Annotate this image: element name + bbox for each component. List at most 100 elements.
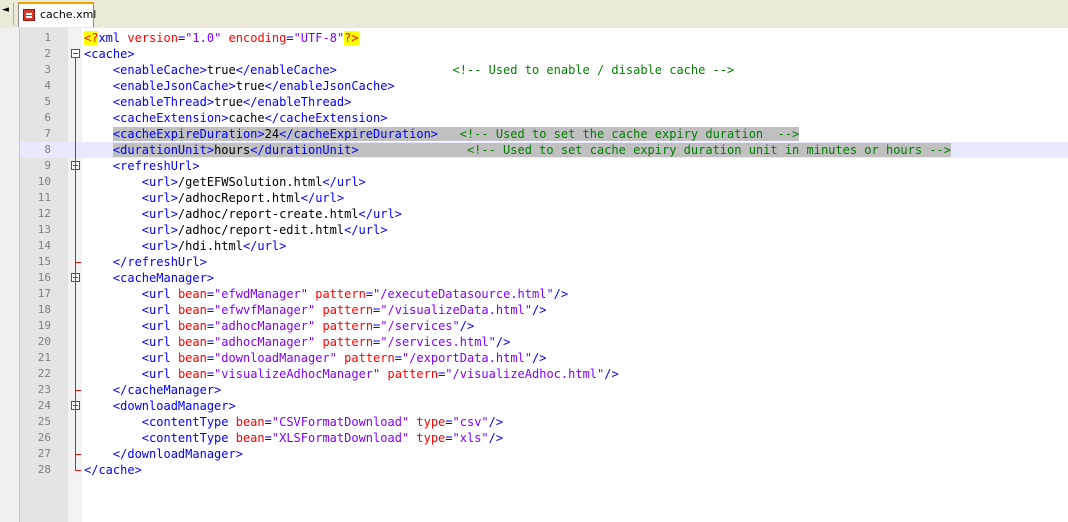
code-line[interactable]: 26 <contentType bean="XLSFormatDownload"… — [20, 430, 1068, 446]
code-token-tag: <contentType — [141, 431, 229, 445]
code-line[interactable]: 27 </downloadManager> — [20, 446, 1068, 462]
code-token-tag: </downloadManager> — [112, 447, 243, 461]
line-number: 8 — [44, 143, 51, 156]
code-token-tag: /> — [459, 319, 475, 333]
code-token-tag: /> — [532, 303, 547, 317]
code-line[interactable]: 19 <url bean="adhocManager" pattern="/se… — [20, 318, 1068, 334]
code-token-com: <!-- Used to set cache expiry duration u… — [466, 143, 951, 157]
code-line[interactable]: 7 <cacheExpireDuration>24</cacheExpireDu… — [20, 126, 1068, 142]
code-line[interactable]: 1 <?xml version="1.0" encoding="UTF-8"?> — [20, 30, 1068, 46]
code-token-tag: </url> — [300, 191, 345, 205]
code-line[interactable]: 23 </cacheManager> — [20, 382, 1068, 398]
code-token-tag: <url> — [141, 175, 178, 189]
code-token-val: "csv" — [452, 415, 489, 429]
fold-toggle-icon[interactable] — [71, 49, 80, 58]
code-token-tag: </cacheManager> — [112, 383, 222, 397]
line-number: 7 — [44, 127, 51, 140]
line-text: <url>/adhoc/report-create.html</url> — [84, 206, 402, 222]
code-token-attr: bean — [235, 415, 265, 429]
code-token-val: "/visualizeAdhoc.html" — [445, 367, 605, 381]
code-line[interactable]: 20 <url bean="adhocManager" pattern="/se… — [20, 334, 1068, 350]
code-token-tag: <url — [141, 287, 171, 301]
code-line[interactable]: 16 <cacheManager> — [20, 270, 1068, 286]
line-text: <url>/getEFWSolution.html</url> — [84, 174, 366, 190]
code-line[interactable]: 6 <cacheExtension>cache</cacheExtension> — [20, 110, 1068, 126]
code-token-txt — [438, 127, 460, 141]
line-text: <enableThread>true</enableThread> — [84, 94, 351, 110]
code-token-tag: = — [394, 351, 402, 365]
code-token-attr: encoding — [228, 31, 287, 45]
code-line[interactable]: 24 <downloadManager> — [20, 398, 1068, 414]
code-line[interactable]: 11 <url>/adhocReport.html</url> — [20, 190, 1068, 206]
code-line[interactable]: 2 <cache> — [20, 46, 1068, 62]
code-line[interactable]: 12 <url>/adhoc/report-create.html</url> — [20, 206, 1068, 222]
line-number: 5 — [44, 95, 51, 108]
code-token-com: <!-- Used to enable / disable cache --> — [452, 63, 735, 77]
line-number: 4 — [44, 79, 51, 92]
code-line[interactable]: 4 <enableJsonCache>true</enableJsonCache… — [20, 78, 1068, 94]
code-token-val: "XLSFormatDownload" — [271, 431, 410, 445]
code-line[interactable]: 14 <url>/hdi.html</url> — [20, 238, 1068, 254]
line-text: <url>/hdi.html</url> — [84, 238, 287, 254]
line-text: <cacheExtension>cache</cacheExtension> — [84, 110, 388, 126]
line-text: </downloadManager> — [84, 446, 243, 462]
code-token-com: <!-- Used to set the cache expiry durati… — [459, 127, 800, 141]
line-number: 28 — [37, 463, 51, 476]
line-number: 10 — [37, 175, 51, 188]
code-token-tag: /> — [553, 287, 569, 301]
code-line[interactable]: 8 <durationUnit>hours</durationUnit> <!-… — [20, 142, 1068, 158]
code-token-tag: <url> — [141, 223, 178, 237]
line-text: </refreshUrl> — [84, 254, 207, 270]
tab-scroll-left-icon[interactable]: ◄ — [2, 4, 10, 16]
code-line[interactable]: 15 </refreshUrl> — [20, 254, 1068, 270]
code-token-attr: pattern — [344, 351, 395, 365]
code-token-txt: cache — [228, 111, 265, 125]
line-text: <cacheManager> — [84, 270, 214, 286]
code-token-txt: hours — [214, 143, 251, 157]
code-token-tag: /> — [604, 367, 619, 381]
tab-cache-xml[interactable]: cache.xml — [18, 2, 96, 27]
code-token-pi: ?> — [344, 31, 359, 45]
line-number: 6 — [44, 111, 51, 124]
code-token-val: "efwvfManager" — [214, 303, 316, 317]
tab-separator — [13, 3, 14, 25]
line-text: </cache> — [84, 462, 142, 478]
code-line[interactable]: 25 <contentType bean="CSVFormatDownload"… — [20, 414, 1068, 430]
code-editor[interactable]: 1 <?xml version="1.0" encoding="UTF-8"?> 2… — [20, 28, 1068, 522]
code-line[interactable]: 22 <url bean="visualizeAdhocManager" pat… — [20, 366, 1068, 382]
line-number: 27 — [37, 447, 51, 460]
code-line[interactable]: 13 <url>/adhoc/report-edit.html</url> — [20, 222, 1068, 238]
code-line[interactable]: 9 <refreshUrl> — [20, 158, 1068, 174]
line-number: 13 — [37, 223, 51, 236]
code-line[interactable]: 10 <url>/getEFWSolution.html</url> — [20, 174, 1068, 190]
code-token-tag: = — [365, 287, 374, 301]
code-token-tag: </cacheExtension> — [264, 111, 388, 125]
line-number: 24 — [37, 399, 51, 412]
line-text: <contentType bean="XLSFormatDownload" ty… — [84, 430, 503, 446]
code-line[interactable]: 18 <url bean="efwvfManager" pattern="/vi… — [20, 302, 1068, 318]
line-text: <url bean="visualizeAdhocManager" patter… — [84, 366, 619, 382]
code-token-tag: /> — [495, 335, 511, 349]
code-token-tag: </refreshUrl> — [112, 255, 207, 269]
code-line[interactable]: 28 </cache> — [20, 462, 1068, 478]
code-line[interactable]: 21 <url bean="downloadManager" pattern="… — [20, 350, 1068, 366]
code-token-val: "/visualizeData.html" — [380, 303, 532, 317]
line-number: 17 — [37, 287, 51, 300]
line-text: </cacheManager> — [84, 382, 221, 398]
code-line[interactable]: 17 <url bean="efwdManager" pattern="/exe… — [20, 286, 1068, 302]
line-text: <url bean="efwdManager" pattern="/execut… — [84, 286, 568, 302]
line-number: 2 — [44, 47, 51, 60]
code-line[interactable]: 5 <enableThread>true</enableThread> — [20, 94, 1068, 110]
code-token-tag: = — [445, 415, 453, 429]
code-line[interactable]: 3 <enableCache>true</enableCache> <!-- U… — [20, 62, 1068, 78]
